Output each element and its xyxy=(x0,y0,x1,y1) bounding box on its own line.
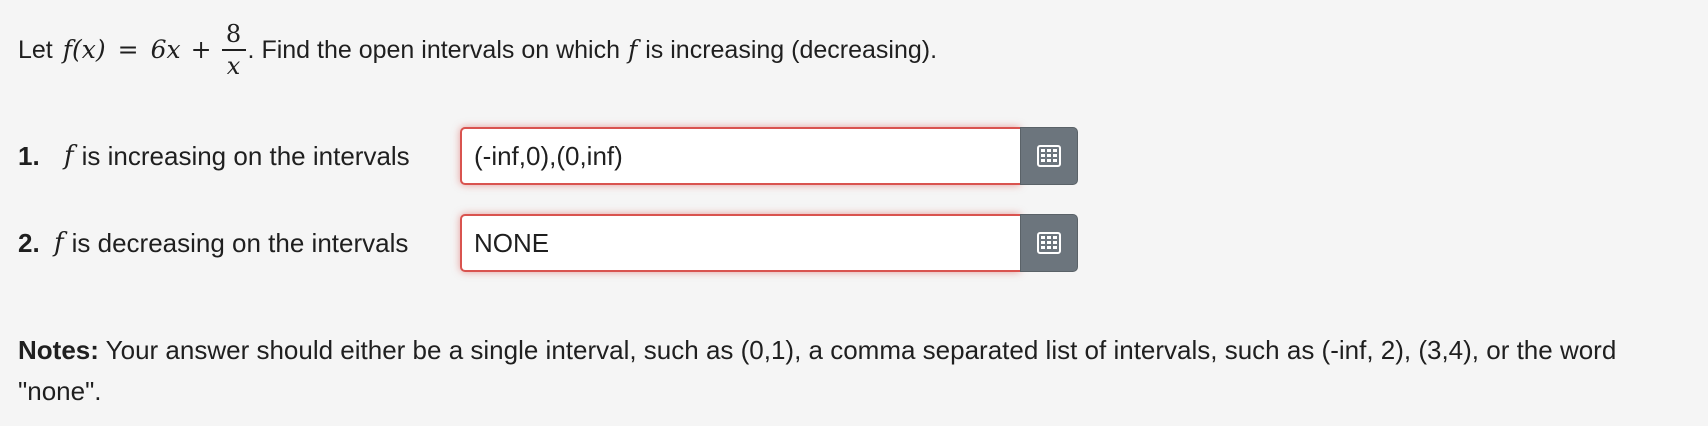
question-2-keypad-button[interactable] xyxy=(1020,214,1078,272)
question-2-number: 2. xyxy=(18,227,40,258)
question-2: 2. f is decreasing on the intervals xyxy=(18,214,1078,272)
fraction-numerator: 8 xyxy=(225,20,242,48)
keypad-icon xyxy=(1037,232,1061,254)
question-1-number: 1. xyxy=(18,140,40,171)
question-1-keypad-button[interactable] xyxy=(1020,127,1078,185)
question-2-label: is decreasing on the intervals xyxy=(71,227,409,258)
f-symbol: f xyxy=(627,35,638,64)
notes-heading: Notes: xyxy=(18,335,99,365)
notes-text: Your answer should either be a single in… xyxy=(18,335,1617,406)
plus-sign: + xyxy=(190,35,212,64)
question-2-answer-group xyxy=(460,214,1100,272)
increasing-intervals-input[interactable] xyxy=(460,127,1020,185)
term-6x: 6x xyxy=(150,35,181,64)
question-1-label: is increasing on the intervals xyxy=(81,140,410,171)
let-text: Let xyxy=(18,36,53,64)
function-lhs: f(x) xyxy=(62,35,106,64)
question-1: 1. f is increasing on the intervals xyxy=(18,127,1078,185)
notes: Notes: Your answer should either be a si… xyxy=(18,330,1698,412)
decreasing-intervals-input[interactable] xyxy=(460,214,1020,272)
question-1-answer-group xyxy=(460,127,1100,185)
equals-sign: = xyxy=(117,35,139,64)
keypad-icon xyxy=(1037,145,1061,167)
statement-middle-text: . Find the open intervals on which xyxy=(247,36,620,64)
fraction-denominator: x xyxy=(226,52,241,80)
fraction-8-over-x: 8 x xyxy=(221,20,246,80)
question-1-f-symbol: f xyxy=(64,141,74,171)
question-2-f-symbol: f xyxy=(54,228,64,258)
problem-statement: Let f(x) = 6x + 8 x . Find the open inte… xyxy=(18,22,937,78)
statement-tail-text: is increasing (decreasing). xyxy=(645,36,938,64)
